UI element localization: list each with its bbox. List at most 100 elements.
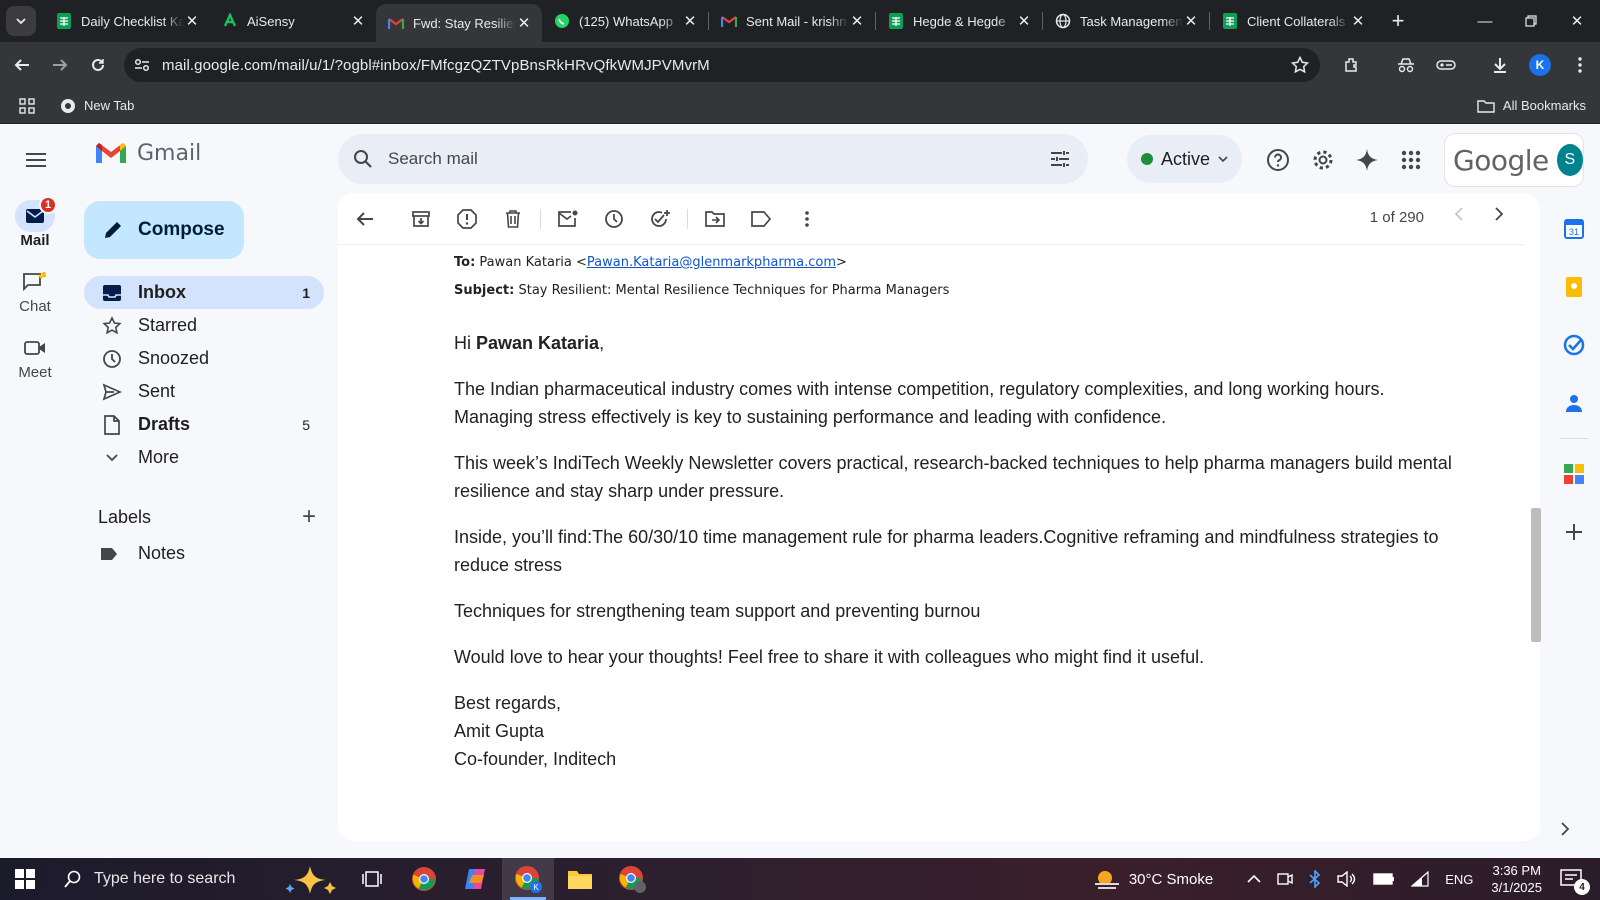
main-menu-button[interactable] xyxy=(20,144,52,176)
archive-icon[interactable] xyxy=(398,199,444,239)
file-explorer-icon[interactable] xyxy=(554,858,606,900)
weather-widget[interactable]: 30°C Smoke xyxy=(1093,868,1213,890)
search-options-icon[interactable] xyxy=(1032,150,1088,168)
rail-item-meet[interactable]: Meet xyxy=(0,332,70,398)
gemini-sparkle-icon[interactable] xyxy=(1351,144,1383,176)
chrome-profile-app-icon[interactable]: K xyxy=(502,858,554,900)
site-info-icon[interactable] xyxy=(124,58,160,72)
tab-task-management[interactable]: Task Management ✕ xyxy=(1043,0,1209,42)
more-options-icon[interactable] xyxy=(784,199,830,239)
apps-grid-icon[interactable] xyxy=(7,97,47,114)
add-addon-plus-icon[interactable] xyxy=(1548,503,1600,561)
browser-menu-icon[interactable] xyxy=(1560,57,1600,73)
close-tab-icon[interactable]: ✕ xyxy=(350,12,366,30)
search-bar[interactable] xyxy=(338,134,1088,184)
label-as-icon[interactable] xyxy=(738,199,784,239)
bookmark-new-tab[interactable]: New Tab xyxy=(60,98,134,114)
forward-button[interactable] xyxy=(42,47,78,83)
battery-icon[interactable] xyxy=(1373,873,1395,885)
tab-aisensy[interactable]: AiSensy ✕ xyxy=(210,0,376,42)
add-to-tasks-icon[interactable] xyxy=(637,199,683,239)
reload-button[interactable] xyxy=(80,47,116,83)
close-tab-icon[interactable]: ✕ xyxy=(184,12,200,30)
status-selector[interactable]: Active xyxy=(1127,135,1242,183)
meet-now-icon[interactable] xyxy=(1277,871,1293,887)
report-spam-icon[interactable] xyxy=(444,199,490,239)
close-window-icon[interactable]: ✕ xyxy=(1554,0,1600,42)
close-tab-icon[interactable]: ✕ xyxy=(849,12,865,30)
compose-button[interactable]: Compose xyxy=(84,201,244,259)
profile-avatar[interactable]: K xyxy=(1520,54,1560,76)
delete-trash-icon[interactable] xyxy=(490,199,536,239)
password-key-icon[interactable] xyxy=(1426,58,1466,72)
calendar-icon[interactable]: 31 xyxy=(1548,200,1600,258)
tab-sent-mail[interactable]: Sent Mail - krishn ✕ xyxy=(709,0,875,42)
nav-drafts[interactable]: Drafts 5 xyxy=(84,408,324,441)
task-view-icon[interactable] xyxy=(346,858,398,900)
nav-snoozed[interactable]: Snoozed xyxy=(84,342,324,375)
close-tab-icon[interactable]: ✕ xyxy=(1350,12,1366,30)
back-button[interactable] xyxy=(4,47,40,83)
reload-icon xyxy=(92,58,104,71)
add-label-icon[interactable]: + xyxy=(302,503,316,531)
sheets-addon-icon[interactable] xyxy=(1548,445,1600,503)
tasks-icon[interactable] xyxy=(1548,316,1600,374)
windows-start-icon[interactable] xyxy=(0,869,50,889)
google-account-switcher[interactable]: Google S xyxy=(1445,134,1583,186)
nav-starred[interactable]: Starred xyxy=(84,309,324,342)
mark-unread-icon[interactable] xyxy=(545,199,591,239)
newer-chevron-left-icon[interactable] xyxy=(1454,205,1464,226)
address-bar[interactable]: mail.google.com/mail/u/1/?ogbl#inbox/FMf… xyxy=(124,48,1320,82)
google-apps-icon[interactable] xyxy=(1395,144,1427,176)
extensions-icon[interactable] xyxy=(1332,56,1372,74)
nav-more[interactable]: More xyxy=(84,441,324,474)
close-tab-icon[interactable]: ✕ xyxy=(1016,12,1032,30)
minimize-icon[interactable]: — xyxy=(1462,0,1508,42)
copilot-app-icon[interactable] xyxy=(450,858,502,900)
contacts-icon[interactable] xyxy=(1548,374,1600,432)
gmail-logo[interactable]: Gmail xyxy=(94,140,201,166)
tab-whatsapp[interactable]: (125) WhatsApp ✕ xyxy=(542,0,708,42)
search-input[interactable] xyxy=(388,149,1032,169)
notifications-icon[interactable]: 4 xyxy=(1560,869,1590,895)
nav-sent[interactable]: Sent xyxy=(84,375,324,408)
rail-item-chat[interactable]: Chat xyxy=(0,266,70,332)
chevron-up-icon[interactable] xyxy=(1247,874,1261,884)
nav-inbox[interactable]: Inbox 1 xyxy=(84,276,324,309)
chrome-second-profile-icon[interactable] xyxy=(606,858,658,900)
snooze-clock-icon[interactable] xyxy=(591,199,637,239)
older-chevron-right-icon[interactable] xyxy=(1494,205,1504,226)
to-email-link[interactable]: Pawan.Kataria@glenmarkpharma.com xyxy=(587,255,836,270)
expand-panel-chevron-icon[interactable] xyxy=(1560,820,1570,841)
new-tab-button[interactable]: + xyxy=(1384,8,1412,34)
back-to-inbox-icon[interactable] xyxy=(342,199,388,239)
close-tab-icon[interactable]: ✕ xyxy=(1183,12,1199,30)
bluetooth-icon[interactable] xyxy=(1309,870,1321,888)
tab-search-button[interactable] xyxy=(6,6,36,36)
bookmark-star-icon[interactable] xyxy=(1280,56,1320,74)
wifi-icon[interactable] xyxy=(1411,871,1429,887)
label-notes[interactable]: Notes xyxy=(100,543,185,564)
taskbar-search[interactable]: Type here to search xyxy=(50,858,346,900)
keep-icon[interactable] xyxy=(1548,258,1600,316)
search-icon[interactable] xyxy=(338,149,388,169)
taskbar-clock[interactable]: 3:36 PM 3/1/2025 xyxy=(1491,862,1542,896)
tab-fwd-stay-resilient[interactable]: Fwd: Stay Resilien ✕ xyxy=(376,4,542,42)
move-to-folder-icon[interactable] xyxy=(692,199,738,239)
incognito-ext-icon[interactable] xyxy=(1386,57,1426,73)
tab-daily-checklist[interactable]: Daily Checklist Ka ✕ xyxy=(44,0,210,42)
close-tab-icon[interactable]: ✕ xyxy=(682,12,698,30)
help-icon[interactable] xyxy=(1262,144,1294,176)
chrome-app-icon[interactable] xyxy=(398,858,450,900)
close-tab-icon[interactable]: ✕ xyxy=(516,14,532,32)
rail-item-mail[interactable]: 1 Mail xyxy=(0,196,70,266)
volume-icon[interactable] xyxy=(1337,871,1357,887)
restore-icon[interactable] xyxy=(1508,0,1554,42)
message-scrollbar[interactable] xyxy=(1531,508,1541,642)
input-language[interactable]: ENG xyxy=(1445,872,1473,887)
tab-client-collaterals[interactable]: Client Collaterals ✕ xyxy=(1210,0,1376,42)
settings-gear-icon[interactable] xyxy=(1307,144,1339,176)
download-icon[interactable] xyxy=(1480,56,1520,74)
all-bookmarks[interactable]: All Bookmarks xyxy=(1477,98,1586,113)
tab-hegde[interactable]: Hegde & Hegde ✕ xyxy=(876,0,1042,42)
